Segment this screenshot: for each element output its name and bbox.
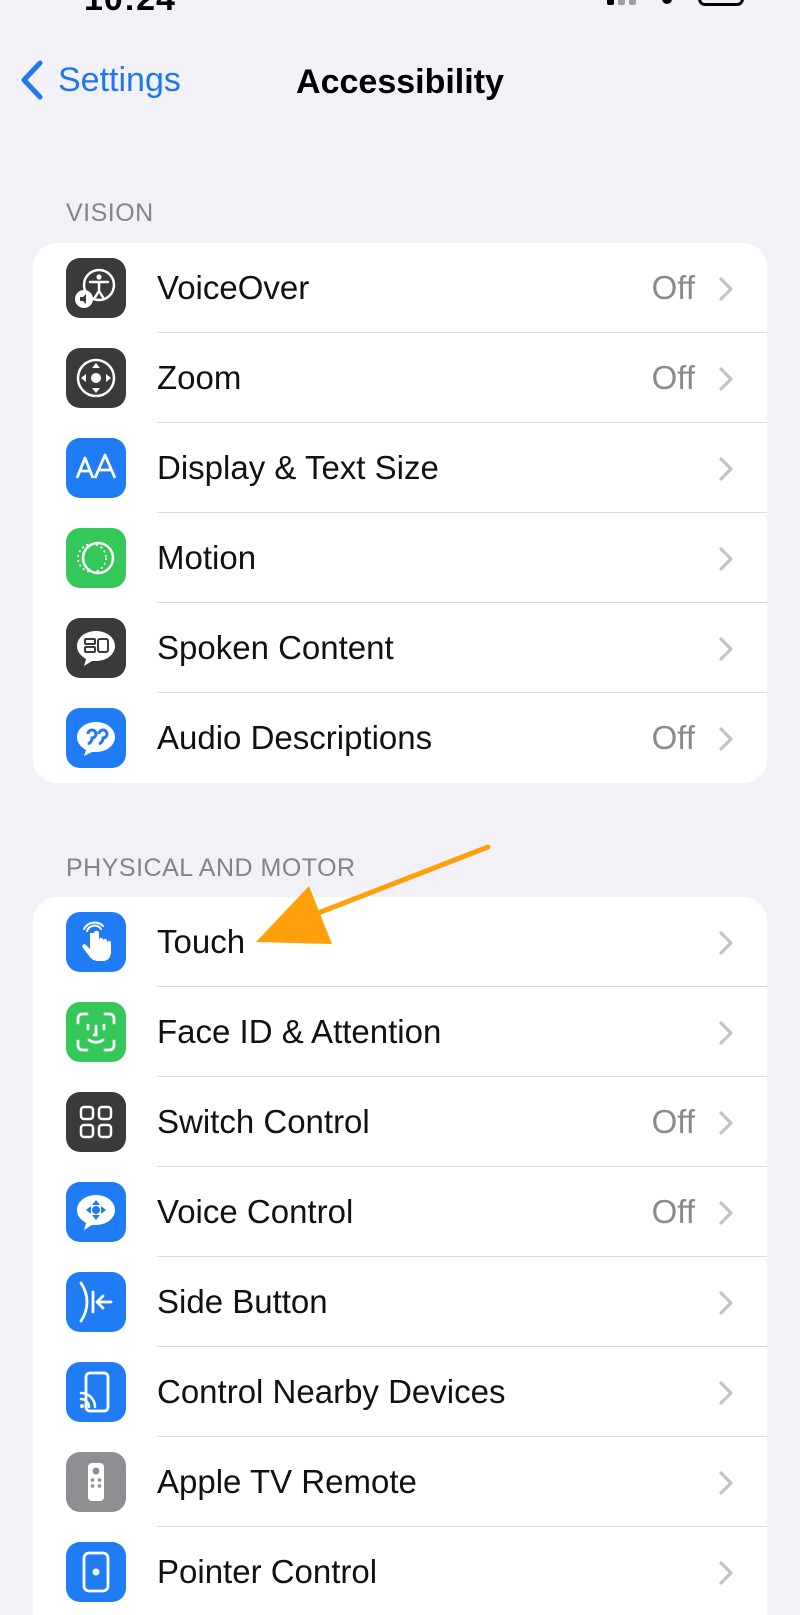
- section-header-vision: VISION: [66, 199, 154, 227]
- face-id-icon: [66, 1002, 126, 1062]
- motion-icon: [66, 528, 126, 588]
- switch-control-status: Off: [651, 1103, 695, 1140]
- display-text-size-label: Display & Text Size: [157, 449, 439, 486]
- zoom-icon: [66, 348, 126, 408]
- pointer-control-icon: [66, 1542, 126, 1602]
- touch-hand-icon: [66, 912, 126, 972]
- chevron-right-icon: [719, 367, 733, 391]
- cellular-signal-icon: [607, 0, 636, 5]
- voice-control-icon: [66, 1182, 126, 1242]
- wifi-icon: [662, 0, 672, 4]
- row-control-nearby-devices[interactable]: Control Nearby Devices: [33, 1347, 767, 1437]
- chevron-right-icon: [719, 931, 733, 955]
- pointer-control-label: Pointer Control: [157, 1553, 378, 1590]
- switch-control-icon: [66, 1092, 126, 1152]
- vision-group: VoiceOver Off Zoom Off Display & Text Si…: [33, 243, 767, 783]
- voice-control-label: Voice Control: [157, 1193, 354, 1230]
- battery-icon: [698, 0, 744, 6]
- page-title: Accessibility: [296, 63, 504, 101]
- chevron-right-icon: [719, 277, 733, 301]
- row-audio-descriptions[interactable]: Audio Descriptions Off: [33, 693, 767, 783]
- physical-motor-group: Touch Face ID & Attention Switch Control…: [33, 897, 767, 1615]
- apple-tv-remote-label: Apple TV Remote: [157, 1463, 417, 1500]
- row-side-button[interactable]: Side Button: [33, 1257, 767, 1347]
- motion-label: Motion: [157, 539, 257, 576]
- audio-descriptions-label: Audio Descriptions: [157, 719, 433, 756]
- row-face-id-attention[interactable]: Face ID & Attention: [33, 987, 767, 1077]
- row-display-text-size[interactable]: Display & Text Size: [33, 423, 767, 513]
- row-touch[interactable]: Touch: [33, 897, 767, 987]
- voiceover-icon: [66, 258, 126, 318]
- chevron-right-icon: [719, 457, 733, 481]
- row-apple-tv-remote[interactable]: Apple TV Remote: [33, 1437, 767, 1527]
- chevron-right-icon: [719, 637, 733, 661]
- voiceover-status: Off: [651, 269, 695, 306]
- status-bar: 10:24: [0, 0, 800, 18]
- row-zoom[interactable]: Zoom Off: [33, 333, 767, 423]
- navigation-bar: Settings Accessibility: [0, 55, 800, 115]
- row-voiceover[interactable]: VoiceOver Off: [33, 243, 767, 333]
- row-spoken-content[interactable]: Spoken Content: [33, 603, 767, 693]
- spoken-content-icon: [66, 618, 126, 678]
- row-motion[interactable]: Motion: [33, 513, 767, 603]
- zoom-label: Zoom: [157, 359, 242, 396]
- zoom-status: Off: [651, 359, 695, 396]
- row-pointer-control[interactable]: Pointer Control: [33, 1527, 767, 1615]
- voice-control-status: Off: [651, 1193, 695, 1230]
- face-id-attention-label: Face ID & Attention: [157, 1013, 442, 1050]
- touch-label: Touch: [157, 923, 246, 960]
- chevron-right-icon: [719, 1201, 733, 1225]
- nearby-devices-icon: [66, 1362, 126, 1422]
- chevron-right-icon: [719, 1561, 733, 1585]
- status-icons: [607, 0, 744, 6]
- status-time: 10:24: [84, 0, 176, 19]
- section-header-physical-and-motor: PHYSICAL AND MOTOR: [66, 854, 356, 882]
- row-switch-control[interactable]: Switch Control Off: [33, 1077, 767, 1167]
- text-size-icon: [66, 438, 126, 498]
- tv-remote-icon: [66, 1452, 126, 1512]
- chevron-right-icon: [719, 1471, 733, 1495]
- accessibility-settings-screen: 10:24 Settings Accessibility VISION Voic…: [0, 0, 800, 1615]
- side-button-icon: [66, 1272, 126, 1332]
- voiceover-label: VoiceOver: [157, 269, 310, 306]
- switch-control-label: Switch Control: [157, 1103, 370, 1140]
- audio-descriptions-status: Off: [651, 719, 695, 756]
- chevron-right-icon: [719, 1381, 733, 1405]
- row-voice-control[interactable]: Voice Control Off: [33, 1167, 767, 1257]
- chevron-right-icon: [719, 1021, 733, 1045]
- chevron-right-icon: [719, 1291, 733, 1315]
- chevron-right-icon: [719, 547, 733, 571]
- audio-descriptions-icon: [66, 708, 126, 768]
- chevron-right-icon: [719, 727, 733, 751]
- control-nearby-devices-label: Control Nearby Devices: [157, 1373, 506, 1410]
- spoken-content-label: Spoken Content: [157, 629, 394, 666]
- chevron-right-icon: [719, 1111, 733, 1135]
- side-button-label: Side Button: [157, 1283, 328, 1320]
